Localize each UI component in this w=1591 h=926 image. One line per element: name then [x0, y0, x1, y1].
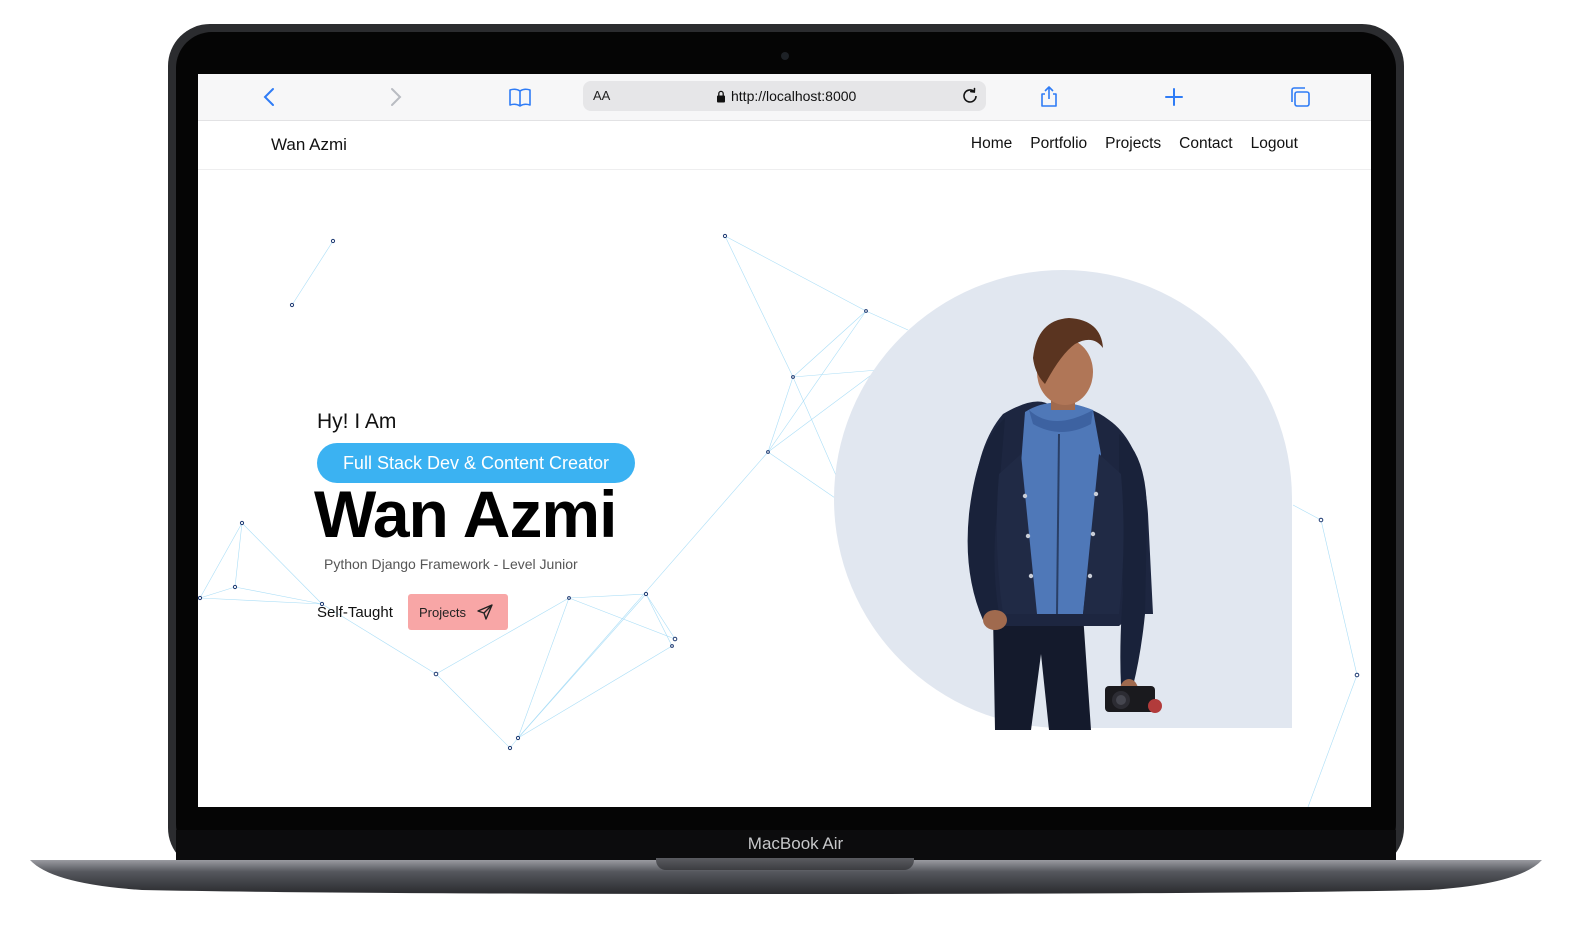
reload-icon[interactable]	[960, 86, 980, 106]
laptop-hinge-notch	[656, 858, 914, 870]
camera-icon	[781, 52, 789, 60]
hero-tag: Self-Taught	[317, 604, 393, 621]
nav-link-contact[interactable]: Contact	[1179, 135, 1232, 153]
forward-icon[interactable]	[383, 85, 407, 109]
site-navbar: Wan Azmi Home Portfolio Projects Contact…	[198, 121, 1371, 170]
portrait-photo	[967, 318, 1162, 730]
share-icon[interactable]	[1037, 85, 1061, 109]
hero-subtitle: Python Django Framework - Level Junior	[324, 556, 578, 572]
projects-button-label: Projects	[419, 605, 466, 620]
bookmarks-icon[interactable]	[508, 85, 532, 109]
nav-links: Home Portfolio Projects Contact Logout	[971, 135, 1298, 153]
tabs-icon[interactable]	[1288, 85, 1312, 109]
hero-greeting: Hy! I Am	[317, 410, 397, 433]
reader-button[interactable]: AA	[593, 88, 610, 103]
url-text[interactable]: http://localhost:8000	[731, 88, 856, 104]
nav-link-home[interactable]: Home	[971, 135, 1012, 153]
address-bar[interactable]: AA http://localhost:8000	[583, 81, 986, 111]
device-label: MacBook Air	[747, 834, 844, 853]
send-icon	[477, 604, 493, 620]
browser-toolbar: AA http://localhost:8000	[198, 74, 1371, 121]
lock-icon	[717, 90, 725, 103]
nav-link-portfolio[interactable]: Portfolio	[1030, 135, 1087, 153]
site-brand[interactable]: Wan Azmi	[271, 135, 347, 155]
new-tab-icon[interactable]	[1162, 85, 1186, 109]
browser-screen: AA http://localhost:8000 Wan Azmi Home P…	[198, 74, 1371, 807]
back-icon[interactable]	[258, 85, 282, 109]
nav-link-logout[interactable]: Logout	[1251, 135, 1298, 153]
projects-button[interactable]: Projects	[408, 594, 508, 630]
hero-name: Wan Azmi	[314, 477, 617, 551]
nav-link-projects[interactable]: Projects	[1105, 135, 1161, 153]
